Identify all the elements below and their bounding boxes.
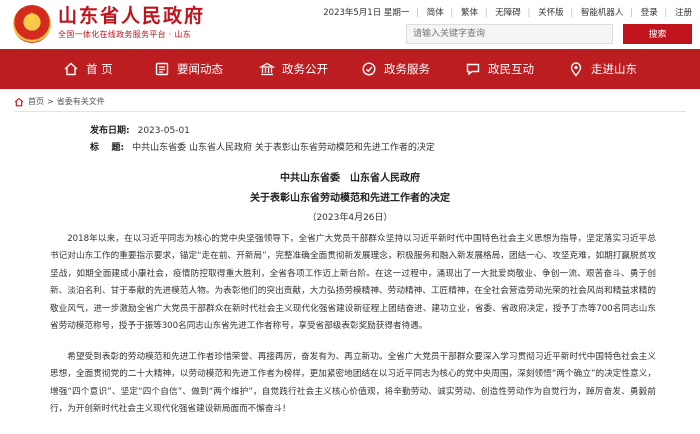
main-nav: 首 页 要闻动态 政务公开 政务服务 政民互动 走进山东	[0, 49, 700, 89]
divider	[14, 111, 686, 112]
site-title[interactable]: 山东省人民政府	[58, 4, 205, 28]
site-subtitle: 全国一体化在线政务服务平台 · 山东	[58, 30, 192, 39]
nav-label: 走进山东	[591, 62, 637, 76]
document-issuer: 中共山东省委 山东省人民政府	[280, 173, 420, 184]
document-paragraph: 2018年以来，在以习近平同志为核心的党中央坚强领导下，全省广大党员干部群众坚持…	[50, 234, 656, 332]
link-register[interactable]: 注册	[675, 8, 692, 18]
link-accessibility[interactable]: 无障碍	[495, 8, 521, 18]
nav-label: 政民互动	[488, 62, 534, 76]
document-title-row: 标 题: 中共山东省委 山东省人民政府 关于表彰山东省劳动模范和先进工作者的决定	[90, 142, 435, 154]
site-header: ★ 山东省人民政府 全国一体化在线政务服务平台 · 山东 2023年5月1日 星…	[0, 0, 700, 49]
home-icon	[62, 60, 80, 78]
link-care-mode[interactable]: 关怀版	[538, 8, 564, 18]
nav-label: 要闻动态	[177, 62, 223, 76]
nav-item-explore-shandong[interactable]: 走进山东	[567, 49, 637, 89]
national-emblem-icon: ★	[13, 5, 51, 43]
service-icon	[360, 60, 378, 78]
publish-date-row: 发布日期: 2023-05-01	[90, 125, 190, 137]
breadcrumb: 首页 > 省委有关文件	[14, 96, 105, 108]
document-paragraph: 希望受到表彰的劳动模范和先进工作者珍惜荣誉、再接再厉，奋发有为、再立新功。全省广…	[50, 352, 656, 415]
breadcrumb-home[interactable]: 首页	[28, 96, 44, 108]
breadcrumb-separator: >	[47, 97, 54, 106]
link-chatbot[interactable]: 智能机器人	[581, 8, 624, 18]
document-title: 关于表彰山东省劳动模范和先进工作者的决定	[250, 193, 450, 204]
interaction-icon	[464, 60, 482, 78]
nav-label: 首 页	[86, 62, 113, 76]
document-date: （2023年4月26日）	[307, 213, 393, 223]
news-icon	[153, 60, 171, 78]
nav-label: 政务服务	[384, 62, 430, 76]
search-input[interactable]	[406, 24, 613, 44]
breadcrumb-current[interactable]: 省委有关文件	[57, 96, 105, 108]
nav-item-government-affairs[interactable]: 政务公开	[258, 49, 328, 89]
nav-item-service[interactable]: 政务服务	[360, 49, 430, 89]
nav-label: 政务公开	[282, 62, 328, 76]
publish-date-value: 2023-05-01	[137, 126, 190, 136]
link-traditional[interactable]: 繁体	[461, 8, 478, 18]
nav-item-home[interactable]: 首 页	[62, 49, 113, 89]
publish-date-label: 发布日期:	[90, 126, 130, 136]
search-button[interactable]: 搜索	[623, 24, 692, 44]
current-date: 2023年5月1日 星期一	[323, 8, 410, 18]
location-icon	[567, 60, 585, 78]
document-title-value: 中共山东省委 山东省人民政府 关于表彰山东省劳动模范和先进工作者的决定	[132, 143, 435, 153]
link-login[interactable]: 登录	[641, 8, 658, 18]
nav-item-news[interactable]: 要闻动态	[153, 49, 223, 89]
document-title-label: 标 题:	[90, 143, 125, 153]
link-simplified[interactable]: 简体	[427, 8, 444, 18]
open-government-icon	[258, 60, 276, 78]
home-icon	[14, 97, 24, 107]
top-links: 2023年5月1日 星期一 | 简体 | 繁体 | 无障碍 | 关怀版 | 智能…	[323, 8, 692, 18]
nav-item-interaction[interactable]: 政民互动	[464, 49, 534, 89]
